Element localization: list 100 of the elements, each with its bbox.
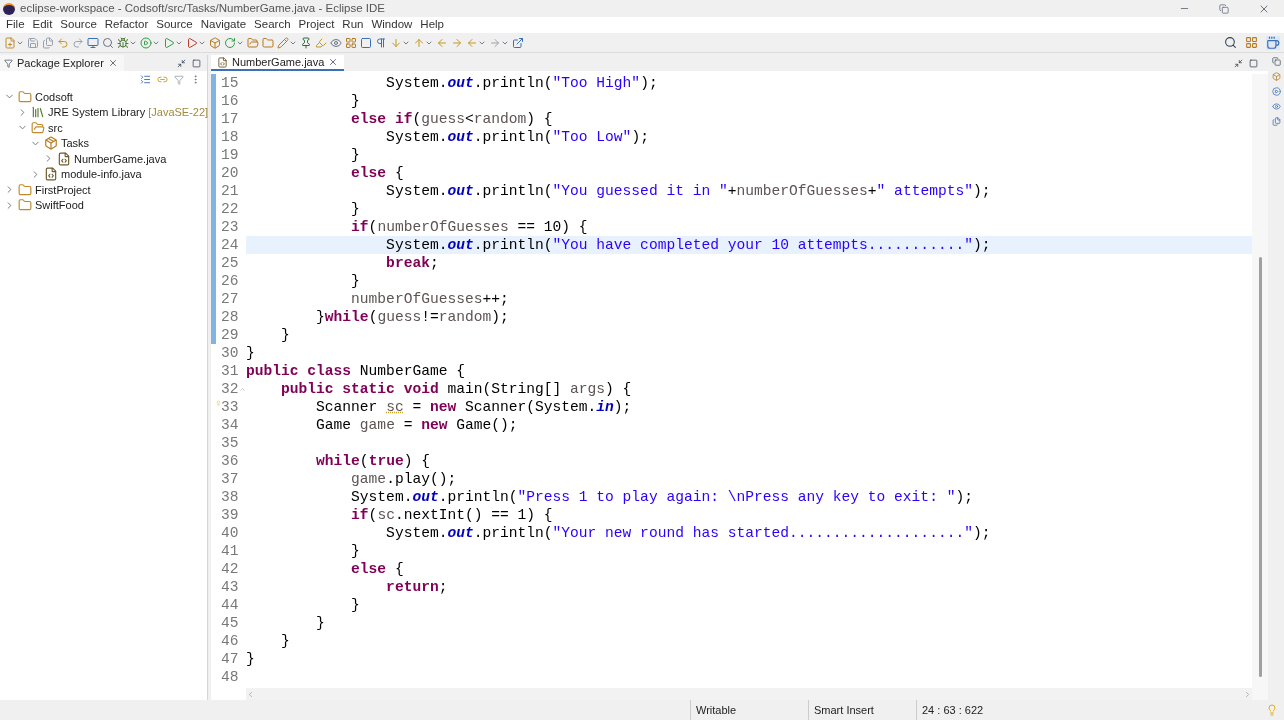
eye-icon[interactable]: [330, 36, 342, 49]
line-number: 37: [221, 471, 239, 487]
restore-icon[interactable]: [1219, 3, 1229, 14]
code-line: if(numberOfGuesses == 10) {: [350, 219, 588, 235]
new-file-icon[interactable]: [4, 36, 16, 49]
undo-icon[interactable]: [57, 36, 69, 49]
tree-item[interactable]: module-info.java: [61, 166, 142, 183]
package-icon[interactable]: [209, 36, 221, 49]
maximize-icon[interactable]: [1249, 58, 1258, 68]
cursor-position: 24 : 63 : 622: [922, 702, 984, 718]
open-perspective-icon[interactable]: [1245, 36, 1258, 49]
line-number: 31: [221, 363, 239, 379]
debug-icon[interactable]: [117, 36, 129, 49]
tree-item[interactable]: Codsoft: [35, 88, 73, 105]
tree-item[interactable]: JRE System Library: [48, 104, 146, 121]
tree-item[interactable]: NumberGame.java: [74, 150, 167, 167]
code-line: game.play();: [350, 471, 457, 487]
code-line: }: [350, 543, 360, 559]
line-number: 42: [221, 561, 239, 577]
code-line: while(true) {: [315, 453, 430, 469]
code-line: Scanner sc = new Scanner(System.in);: [315, 399, 632, 415]
line-number: 36: [221, 453, 239, 469]
collapse-all-icon[interactable]: [140, 74, 151, 85]
tree-item-decoration: [JavaSE-22]: [148, 105, 209, 120]
eclipse-logo-icon: [3, 2, 15, 15]
tree-item[interactable]: Tasks: [61, 135, 90, 152]
line-number: 41: [221, 543, 239, 559]
line-number: 27: [221, 291, 239, 307]
package-icon: [44, 136, 58, 151]
maximize-icon[interactable]: [192, 58, 201, 68]
pilcrow-icon[interactable]: [375, 36, 387, 49]
line-number: 23: [221, 219, 239, 235]
menu-item[interactable]: Source: [56, 16, 101, 34]
redo-icon[interactable]: [72, 36, 84, 49]
menu-item[interactable]: Navigate: [196, 16, 251, 34]
save-icon[interactable]: [27, 36, 39, 49]
menu-item[interactable]: Project: [294, 16, 339, 34]
close-icon[interactable]: [328, 57, 339, 67]
java-perspective-icon[interactable]: [1266, 35, 1280, 50]
save-all-icon[interactable]: [42, 36, 54, 49]
scroll-left-icon[interactable]: [246, 689, 255, 699]
tree-item[interactable]: src: [48, 119, 63, 136]
back-icon[interactable]: [466, 36, 478, 49]
back-icon[interactable]: [436, 36, 448, 49]
fold-icon[interactable]: [238, 385, 246, 393]
code-line: System.out.println("You have completed your 10 attempts...........");: [385, 237, 991, 253]
status-text: Smart Insert: [814, 702, 874, 718]
search-icon[interactable]: [1224, 36, 1237, 49]
code-line: Game game = new Game();: [315, 417, 518, 433]
close-icon[interactable]: [107, 58, 118, 68]
link-icon[interactable]: [157, 74, 168, 85]
block-icon[interactable]: [360, 36, 372, 49]
code-line: }: [246, 651, 255, 667]
menu-item[interactable]: Edit: [28, 16, 57, 34]
pencil-icon[interactable]: [277, 36, 289, 49]
menu-item[interactable]: Source: [152, 16, 197, 34]
restore-icon[interactable]: [1271, 57, 1281, 66]
scroll-right-icon[interactable]: [1243, 689, 1252, 699]
menu-item[interactable]: File: [2, 16, 29, 34]
line-number: 15: [221, 75, 239, 91]
project-icon: [18, 89, 32, 104]
menu-item[interactable]: Window: [367, 16, 417, 34]
code-line: System.out.println("Too Low");: [385, 129, 649, 145]
tree-item[interactable]: SwiftFood: [35, 197, 84, 214]
forward-icon[interactable]: [489, 36, 501, 49]
code-line: }while(guess!=random);: [315, 309, 509, 325]
menu-item[interactable]: Help: [416, 16, 448, 34]
code-line: if(sc.nextInt() == 1) {: [350, 507, 553, 523]
terminal-icon[interactable]: [87, 36, 99, 49]
project-icon: [18, 198, 32, 213]
line-number: 18: [221, 129, 239, 145]
pin-icon[interactable]: [300, 36, 312, 49]
line-number: 28: [221, 309, 239, 325]
forward-icon[interactable]: [451, 36, 463, 49]
line-number: 22: [221, 201, 239, 217]
menu-item[interactable]: Search: [250, 16, 295, 34]
line-number: 33: [221, 399, 239, 415]
java-file-icon: [44, 167, 58, 182]
lightbulb-icon[interactable]: [1266, 704, 1278, 716]
highlighter-icon[interactable]: [315, 36, 327, 49]
line-number: 48: [221, 669, 239, 685]
refresh-icon[interactable]: [224, 36, 236, 49]
tree-item[interactable]: FirstProject: [35, 181, 91, 198]
code-line: return;: [385, 579, 448, 595]
code-line: }: [350, 273, 360, 289]
code-line: }: [350, 201, 360, 217]
minimize-icon[interactable]: [1234, 58, 1243, 68]
menu-item[interactable]: Run: [338, 16, 368, 34]
filter-icon[interactable]: [174, 74, 184, 85]
code-line: }: [315, 615, 325, 631]
minimize-icon[interactable]: [177, 58, 186, 68]
code-line: public class NumberGame {: [246, 363, 465, 379]
run-icon[interactable]: [140, 36, 152, 49]
grid-icon[interactable]: [345, 36, 357, 49]
code-line: }: [350, 597, 360, 613]
menu-item[interactable]: Refactor: [100, 16, 153, 34]
view-icon[interactable]: [1271, 102, 1281, 111]
folder-icon[interactable]: [262, 36, 274, 49]
scrollbar-thumb[interactable]: [1258, 257, 1262, 677]
arrow-up-icon[interactable]: [413, 36, 425, 49]
